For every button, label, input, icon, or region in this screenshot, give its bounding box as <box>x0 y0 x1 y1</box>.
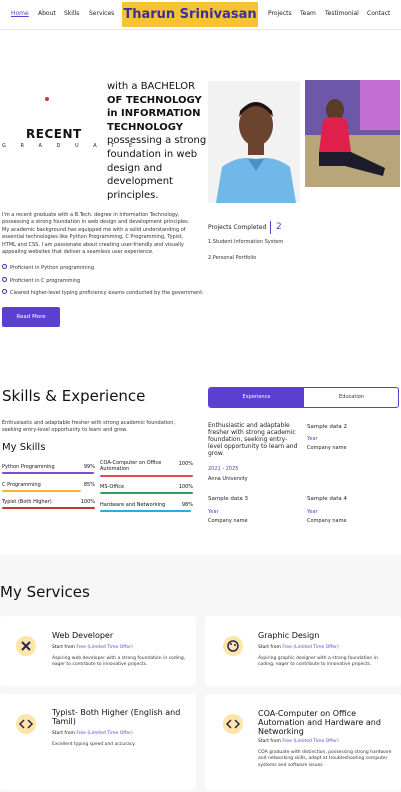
check-circle-icon <box>2 277 7 282</box>
service-price: Start from Free (Limited Time Offer) <box>52 645 133 650</box>
project-item: 1.Student Information System <box>208 239 284 245</box>
brand-logo[interactable]: Tharun Srinivasan <box>122 2 258 27</box>
read-more-button[interactable]: Read More <box>2 307 60 327</box>
top-nav: Home About Skills Services Tharun Sriniv… <box>0 0 401 30</box>
tab-education[interactable]: Education <box>304 388 398 407</box>
sample-year: Year <box>307 436 318 442</box>
service-card[interactable]: Graphic Design Start from Free (Limited … <box>205 616 401 686</box>
headline-line: OF TECHNOLOGY <box>107 94 202 106</box>
skill-label: Hardware and Networking <box>100 502 166 508</box>
service-description: Aspiring graphic designer with a strong … <box>258 656 378 668</box>
headline-line: with a BACHELOR <box>107 81 196 92</box>
experience-text: Enthusiastic and adaptable fresher with … <box>208 422 298 457</box>
sample-year: Year <box>208 509 219 515</box>
my-skills-title: My Skills <box>2 442 46 453</box>
skill-bar <box>2 490 81 492</box>
skills-intro: Enthusiastic and adaptable fresher with … <box>2 420 175 434</box>
sample-title: Sample data 3 <box>208 496 249 502</box>
skills-left-column: Python Programming 99% C Programming 85%… <box>2 462 95 512</box>
accent-dot <box>45 97 49 101</box>
service-card[interactable]: Web Developer Start from Free (Limited T… <box>0 616 196 686</box>
skill-bar <box>2 507 95 509</box>
sample-title: Sample data 2 <box>307 424 348 430</box>
bullet-c: Proficient in C programming <box>2 277 80 284</box>
headline-line: design and <box>107 162 163 174</box>
service-description: Excellent typing speed and accuracy. <box>52 742 136 747</box>
skill-label: C Programming <box>2 482 41 488</box>
divider <box>270 221 271 234</box>
palette-icon <box>223 636 243 656</box>
sample-year: Year <box>307 509 318 515</box>
sample-title: Sample data 4 <box>307 496 348 502</box>
nav-team[interactable]: Team <box>300 10 316 17</box>
service-price: Start from Free (Limited Time Offer) <box>258 739 339 744</box>
bullet-python: Proficient in Python programming <box>2 264 94 271</box>
service-title: Typist- Both Higher (English and Tamil) <box>52 708 181 726</box>
skills-section-title: Skills & Experience <box>2 387 146 405</box>
tab-experience[interactable]: Experience <box>209 388 304 407</box>
projects-completed-label: Projects Completed <box>208 224 267 231</box>
service-description: COA graduate with distinction, possessin… <box>258 750 392 768</box>
skill-bar <box>100 475 193 477</box>
profile-photo-1 <box>208 81 300 203</box>
skill-label: Python Programming <box>2 464 55 470</box>
nav-services[interactable]: Services <box>89 10 114 17</box>
service-title: Web Developer <box>52 631 114 640</box>
nav-about[interactable]: About <box>38 10 56 17</box>
service-card[interactable]: COA-Computer on Office Automation and Ha… <box>205 694 401 790</box>
skill-percent: 100% <box>178 484 193 490</box>
skills-right-column: COA-Computer on Office Automation 100% M… <box>100 460 193 512</box>
headline-line: development <box>107 176 173 188</box>
service-card[interactable]: Typist- Both Higher (English and Tamil) … <box>0 694 196 790</box>
project-item: 2.Personal Portfolio <box>208 255 257 261</box>
skill-label: MS-Office <box>100 484 125 490</box>
service-description: Aspiring web developer with a strong fou… <box>52 656 186 668</box>
experience-company: Anna University <box>208 476 248 482</box>
brush-icon <box>16 636 36 656</box>
skill-label: Typist (Both Higher) <box>2 499 52 505</box>
profile-photo-2 <box>305 80 400 187</box>
headline-line: foundation in web <box>107 148 198 160</box>
nav-testimonial[interactable]: Testimonial <box>325 10 359 17</box>
skill-bar <box>100 510 191 512</box>
bullet-typing: Cleared higher-level typing proficiency … <box>2 289 204 296</box>
skill-bar <box>100 492 193 494</box>
service-title: COA-Computer on Office Automation and Ha… <box>258 709 381 736</box>
service-price: Start from Free (Limited Time Offer) <box>52 731 133 736</box>
intro-paragraph: I'm a recent graduate with a B.Tech. deg… <box>2 212 190 256</box>
projects-count: 2 <box>276 222 282 232</box>
headline-line: TECHNOLOGY <box>107 121 183 133</box>
experience-education-tabs: Experience Education <box>208 387 399 408</box>
check-circle-icon <box>2 289 7 294</box>
nav-skills[interactable]: Skills <box>64 10 79 17</box>
skill-percent: 98% <box>181 502 193 508</box>
skill-percent: 99% <box>83 464 95 470</box>
skill-percent: 100% <box>178 461 193 467</box>
skill-percent: 85% <box>83 482 95 488</box>
headline-line: principles. <box>107 189 159 201</box>
code-icon <box>16 714 36 734</box>
skill-percent: 100% <box>80 499 95 505</box>
sample-company: Company name <box>307 445 347 451</box>
recent-label: RECENT <box>26 127 82 141</box>
skill-label: COA-Computer on Office Automation <box>100 460 162 472</box>
sample-company: Company name <box>307 518 347 524</box>
hero-headline: with a BACHELOR OF TECHNOLOGY in INFORMA… <box>107 80 207 202</box>
headline-line: possessing a strong <box>107 135 207 147</box>
check-circle-icon <box>2 264 7 269</box>
sample-company: Company name <box>208 518 248 524</box>
nav-contact[interactable]: Contact <box>367 10 390 17</box>
experience-date: 2021 - 2025 <box>208 466 239 472</box>
nav-home[interactable]: Home <box>11 10 29 17</box>
headline-line: in INFORMATION <box>107 108 201 120</box>
service-title: Graphic Design <box>258 631 320 640</box>
service-price: Start from Free (Limited Time Offer) <box>258 645 339 650</box>
services-title: My Services <box>0 583 90 601</box>
skill-bar <box>2 472 94 474</box>
nav-projects[interactable]: Projects <box>268 10 292 17</box>
code-icon <box>223 714 243 734</box>
